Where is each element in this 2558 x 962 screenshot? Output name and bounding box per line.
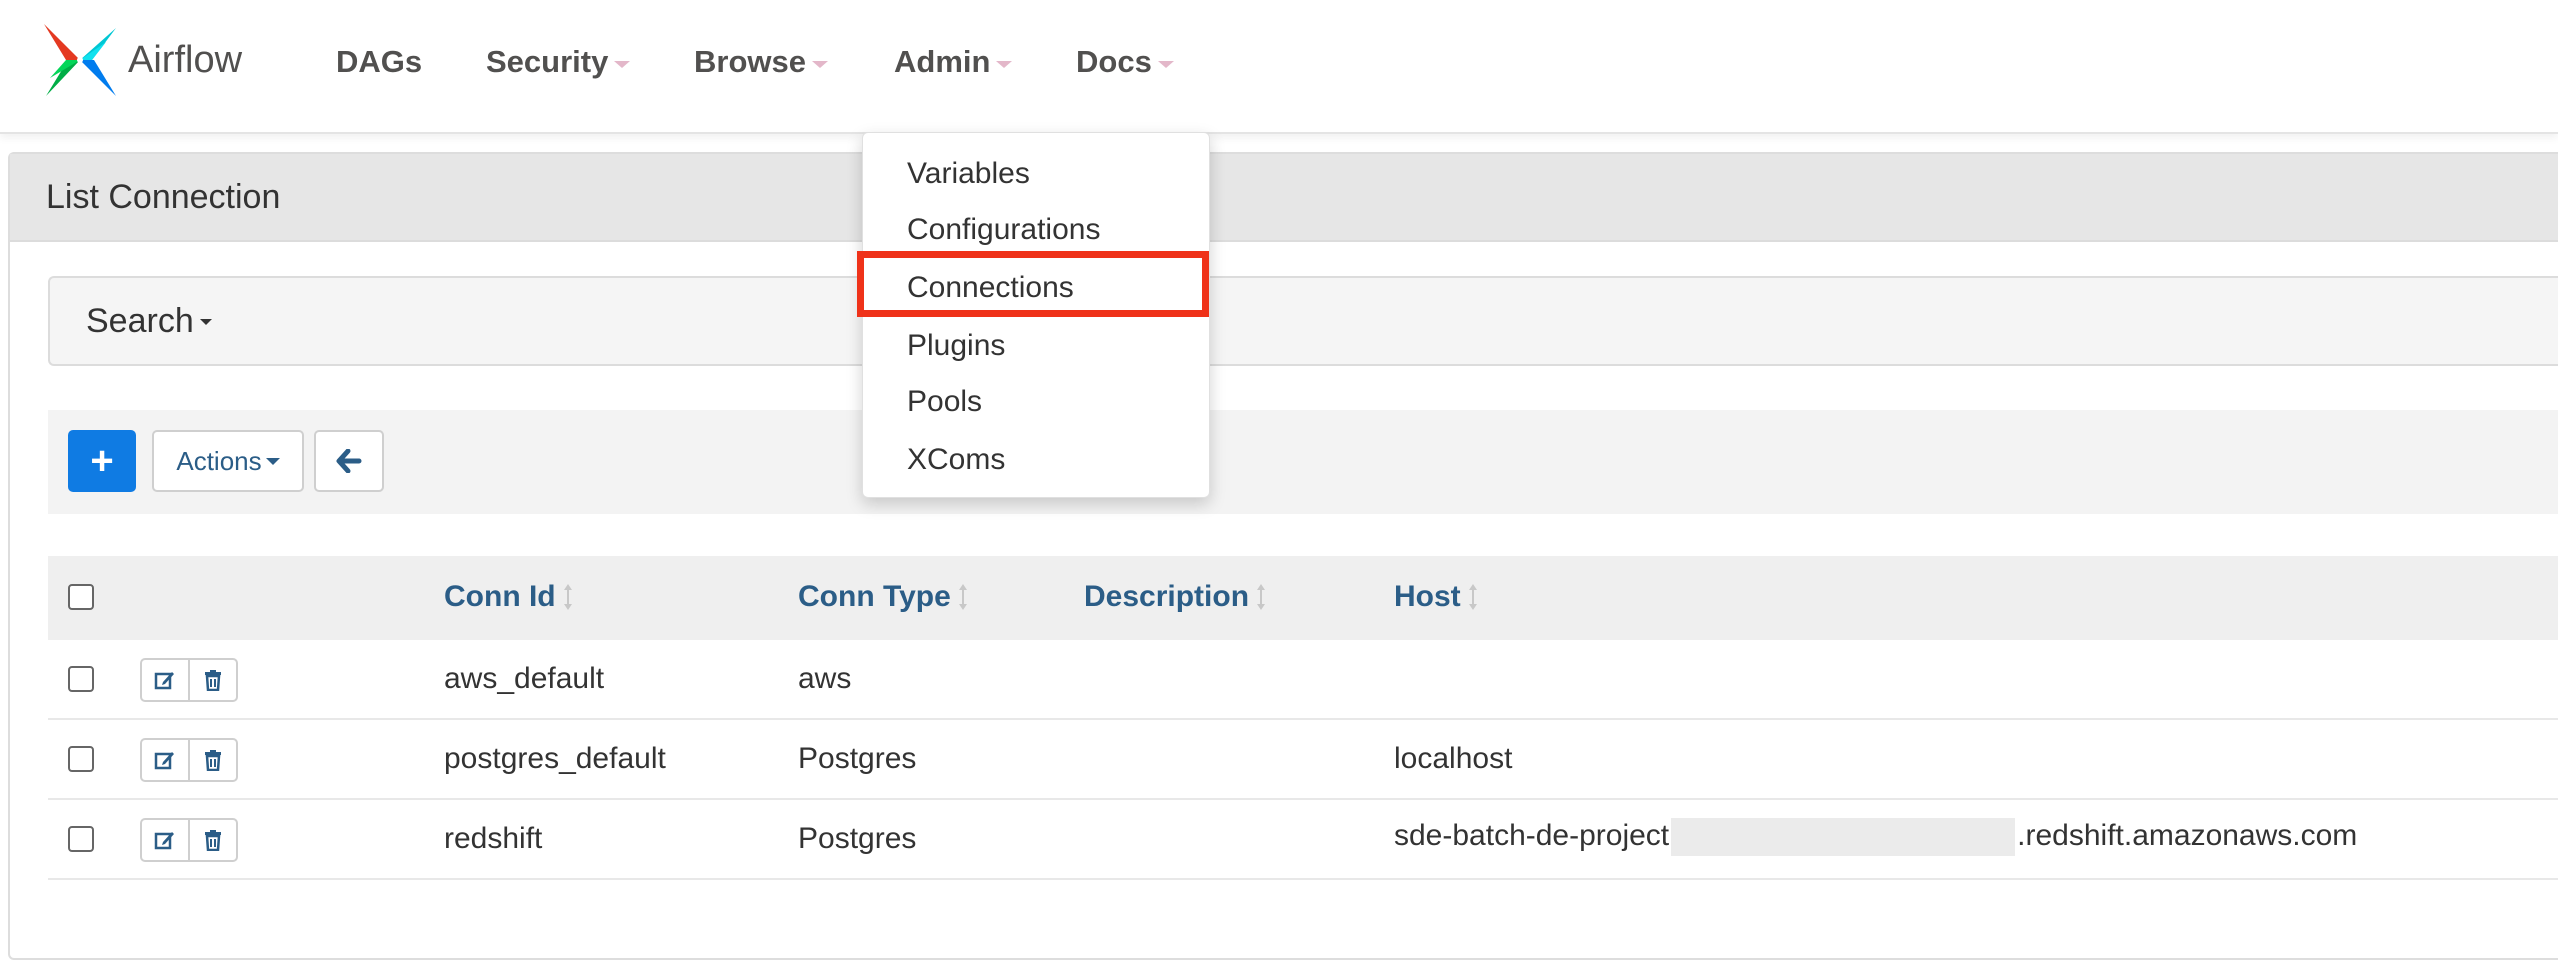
redacted-region <box>1671 818 2016 856</box>
menu-item-connections[interactable]: Connections <box>907 271 1074 305</box>
host-suffix-text: .redshift.amazonaws.com <box>2017 818 2358 852</box>
nav-browse[interactable]: Browse <box>694 44 828 80</box>
delete-record-button[interactable] <box>188 740 236 780</box>
menu-item-configurations[interactable]: Configurations <box>907 213 1100 247</box>
column-label: Description <box>1084 580 1250 613</box>
host-text: sde-batch-de-project <box>1394 818 1670 852</box>
nav-security[interactable]: Security <box>486 44 631 80</box>
edit-icon <box>154 832 174 850</box>
cell-host: sde-batch-de-project .redshift.amazonaws.… <box>1394 818 2357 856</box>
nav-docs[interactable]: Docs <box>1076 44 1174 80</box>
caret-down-icon <box>199 318 212 325</box>
admin-dropdown-menu: Variables Configurations Connections Plu… <box>857 132 1210 498</box>
app-name: Airflow <box>128 38 243 81</box>
airflow-logo-icon <box>44 24 116 96</box>
edit-record-button[interactable] <box>142 660 188 700</box>
cell-conn-type: Postgres <box>798 742 917 775</box>
sort-icon <box>958 584 967 610</box>
page-title: List Connection <box>46 178 281 216</box>
delete-record-button[interactable] <box>188 660 236 700</box>
menu-item-variables[interactable]: Variables <box>907 157 1030 191</box>
row-select-checkbox[interactable] <box>68 826 94 852</box>
edit-icon <box>154 752 174 770</box>
sort-icon <box>1257 584 1266 610</box>
column-header-host[interactable]: Host <box>1394 580 1479 614</box>
list-connection-panel: List Connection Search + Actions Conn Id <box>8 152 2558 960</box>
select-all-checkbox[interactable] <box>68 584 94 610</box>
trash-icon <box>205 670 221 691</box>
delete-record-button[interactable] <box>188 820 236 860</box>
nav-security-label: Security <box>486 44 609 79</box>
cell-conn-id: postgres_default <box>444 742 666 775</box>
list-toolbar: + Actions <box>48 410 2558 514</box>
top-navbar: Airflow DAGs Security Browse Admin Docs <box>0 0 2558 134</box>
chevron-down-icon <box>1157 60 1174 68</box>
edit-record-button[interactable] <box>142 820 188 860</box>
connections-table: Conn Id Conn Type Description Host aws_d… <box>48 556 2558 880</box>
search-label: Search <box>86 302 194 340</box>
host-text: localhost <box>1394 742 1513 775</box>
menu-item-plugins[interactable]: Plugins <box>907 329 1005 363</box>
chevron-down-icon <box>996 60 1013 68</box>
panel-heading: List Connection <box>10 154 2558 242</box>
plus-icon: + <box>90 438 114 483</box>
search-toggle[interactable]: Search <box>86 302 212 341</box>
sort-icon <box>1468 584 1477 610</box>
nav-dags-label: DAGs <box>336 44 423 79</box>
table-row: redshift Postgres sde-batch-de-project .r… <box>48 800 2558 880</box>
nav-browse-label: Browse <box>694 44 806 79</box>
cell-host: localhost <box>1394 742 1512 776</box>
arrow-left-icon <box>336 449 362 473</box>
sort-icon <box>563 584 572 610</box>
column-label: Conn Type <box>798 580 951 613</box>
row-actions <box>140 658 238 702</box>
nav-admin-label: Admin <box>894 44 991 79</box>
add-connection-button[interactable]: + <box>68 430 136 492</box>
actions-dropdown-button[interactable]: Actions <box>152 430 304 492</box>
nav-admin[interactable]: Admin <box>894 44 1013 80</box>
search-panel: Search <box>48 276 2558 366</box>
row-actions <box>140 818 238 862</box>
cell-conn-id: aws_default <box>444 662 605 695</box>
menu-item-xcoms[interactable]: XComs <box>907 443 1005 477</box>
back-button[interactable] <box>314 430 384 492</box>
caret-down-icon <box>265 457 280 465</box>
row-actions <box>140 738 238 782</box>
column-header-conn-id[interactable]: Conn Id <box>444 580 574 614</box>
chevron-down-icon <box>614 60 631 68</box>
column-header-conn-type[interactable]: Conn Type <box>798 580 969 614</box>
edit-record-button[interactable] <box>142 740 188 780</box>
column-label: Host <box>1394 580 1461 613</box>
nav-dags[interactable]: DAGs <box>336 44 422 80</box>
column-header-description[interactable]: Description <box>1084 580 1267 614</box>
trash-icon <box>205 830 221 851</box>
actions-label: Actions <box>176 445 262 476</box>
cell-conn-type: Postgres <box>798 822 917 855</box>
trash-icon <box>205 750 221 771</box>
table-header: Conn Id Conn Type Description Host <box>48 556 2558 640</box>
cell-conn-type: aws <box>798 662 852 695</box>
table-row: aws_default aws <box>48 640 2558 720</box>
brand[interactable]: Airflow <box>40 20 242 100</box>
nav-docs-label: Docs <box>1076 44 1152 79</box>
cell-conn-id: redshift <box>444 822 543 855</box>
row-select-checkbox[interactable] <box>68 666 94 692</box>
column-label: Conn Id <box>444 580 556 613</box>
table-row: postgres_default Postgres localhost <box>48 720 2558 800</box>
row-select-checkbox[interactable] <box>68 746 94 772</box>
edit-icon <box>154 672 174 690</box>
menu-item-pools[interactable]: Pools <box>907 385 982 419</box>
chevron-down-icon <box>811 60 828 68</box>
